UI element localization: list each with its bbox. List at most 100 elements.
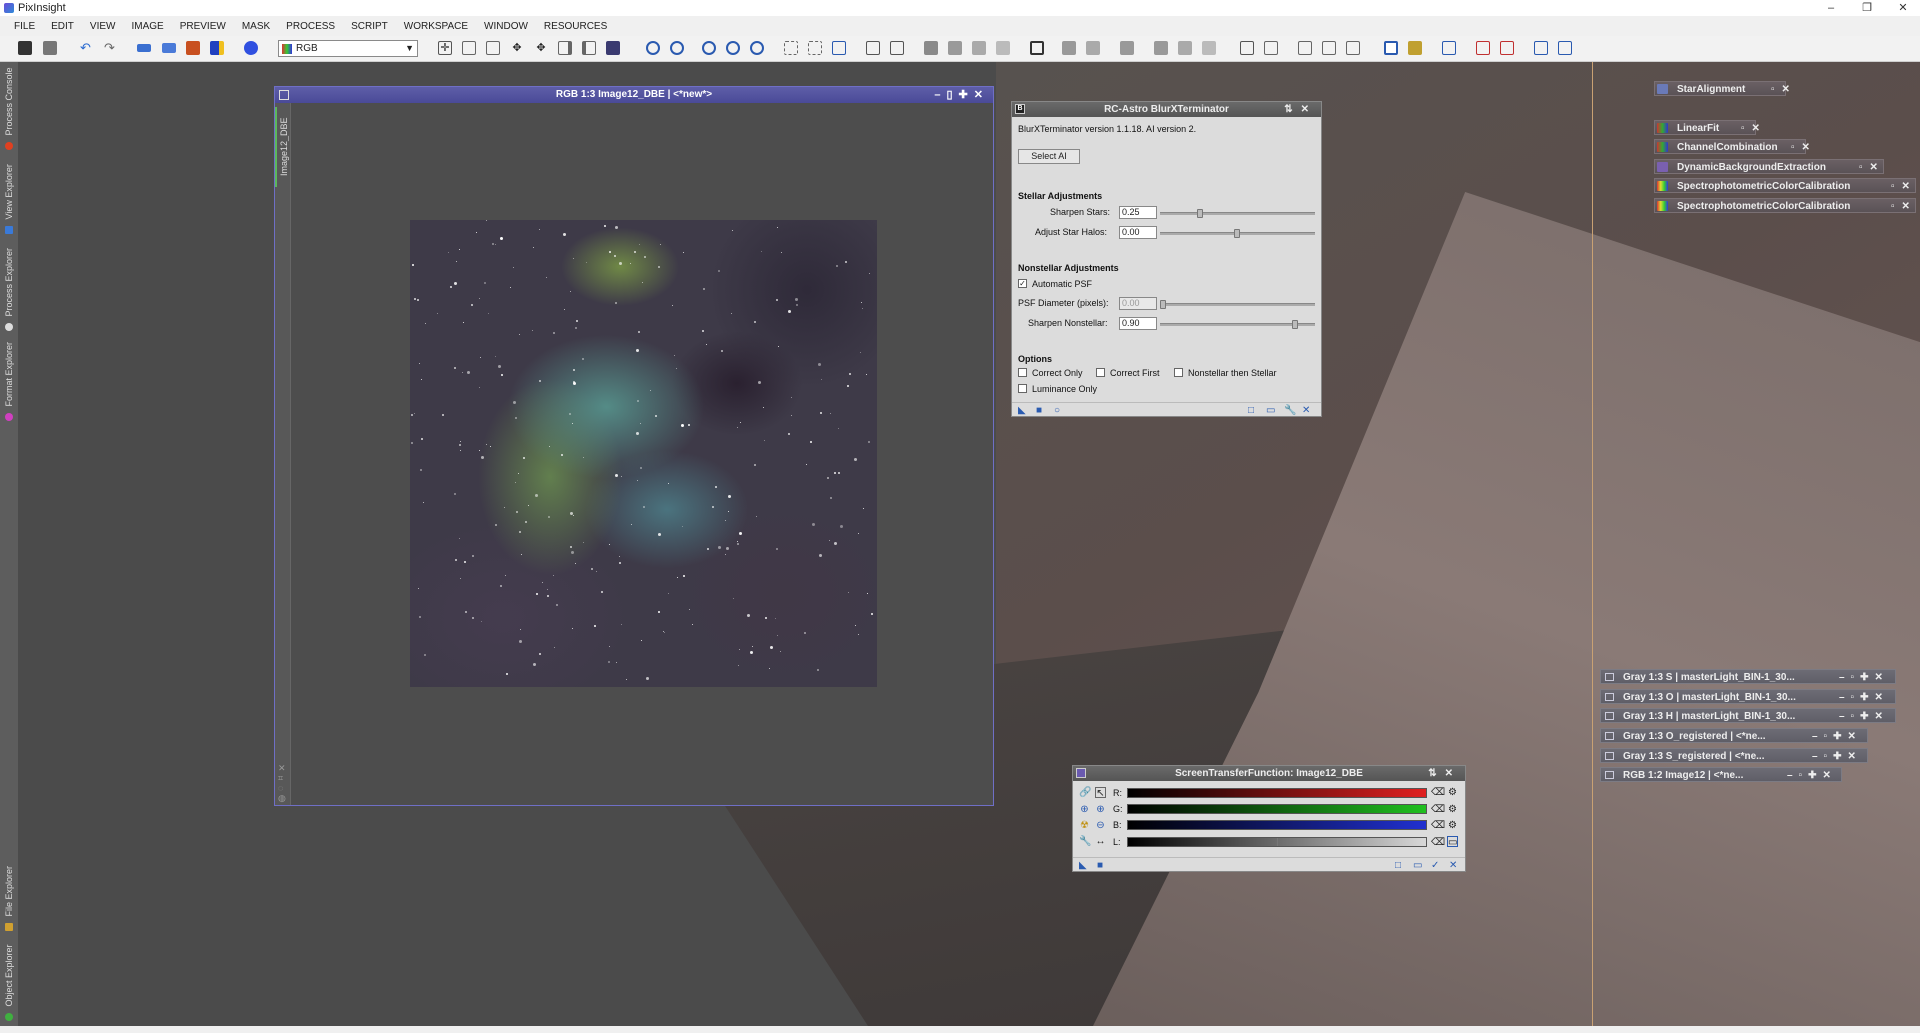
link-icon[interactable]: 🔗: [1079, 787, 1091, 798]
menu-process[interactable]: PROCESS: [286, 21, 335, 32]
image-id-tab[interactable]: Image12_DBE: [275, 107, 290, 187]
blurx-titlebar[interactable]: B RC-Astro BlurXTerminator ⇅✕: [1012, 102, 1321, 117]
image-icon[interactable]: [1408, 41, 1422, 55]
menu-view[interactable]: VIEW: [90, 21, 116, 32]
icon-actions[interactable]: ▫✕: [1859, 160, 1885, 175]
close-button[interactable]: ✕: [1888, 0, 1918, 16]
new-instance-icon[interactable]: ◣: [1018, 405, 1026, 416]
restore-button[interactable]: ❐: [1852, 0, 1882, 16]
image-window[interactable]: RGB 1:3 Image12_DBE | <*new*> –▯✚✕ Image…: [274, 86, 994, 806]
screen-icon[interactable]: [1384, 41, 1398, 55]
color-manage-icon[interactable]: [244, 41, 258, 55]
process-icon-staralignment[interactable]: StarAlignment ▫✕: [1654, 81, 1790, 96]
process-icon-channelcombination[interactable]: ChannelCombination ▫✕: [1654, 139, 1810, 154]
save-icon[interactable]: [43, 41, 57, 55]
panel-buttons[interactable]: ⇅✕: [1284, 102, 1317, 117]
mask-invert-icon[interactable]: [1086, 41, 1100, 55]
reset-l-icon[interactable]: ⌫: [1431, 837, 1445, 848]
nebula-image[interactable]: [410, 220, 877, 687]
tab-file-explorer[interactable]: File Explorer: [0, 858, 18, 938]
auto-psf-checkbox[interactable]: ✓: [1018, 279, 1027, 288]
iconified-window-o-registered[interactable]: Gray 1:3 O_registered | <*ne... –▫✚✕: [1600, 728, 1868, 743]
window-buttons[interactable]: –▯✚✕: [934, 87, 989, 103]
track-view-icon[interactable]: ▭: [1266, 405, 1275, 416]
correct-only-checkbox[interactable]: [1018, 368, 1027, 377]
preview-icon[interactable]: [582, 41, 596, 55]
panel-3-icon[interactable]: [1298, 41, 1312, 55]
redo-icon[interactable]: ↷: [104, 41, 118, 55]
apply-icon[interactable]: ■: [1036, 405, 1042, 416]
explorer-icon[interactable]: [210, 41, 224, 55]
zoom-in-2-icon[interactable]: ⊕: [1095, 804, 1106, 815]
zoom-out-icon[interactable]: [670, 41, 684, 55]
nonstellar-then-stellar-checkbox[interactable]: [1174, 368, 1183, 377]
icon-actions[interactable]: ▫✕: [1771, 82, 1797, 97]
window-actions[interactable]: –▫✚✕: [1839, 709, 1889, 724]
slider-handle[interactable]: [1197, 209, 1203, 218]
menu-script[interactable]: SCRIPT: [351, 21, 388, 32]
mask-enable-icon[interactable]: [1120, 41, 1134, 55]
iconified-window-image12[interactable]: RGB 1:2 Image12 | <*ne... –▫✚✕: [1600, 767, 1842, 782]
apply-global-icon[interactable]: ○: [1054, 405, 1060, 416]
clone-icon[interactable]: [137, 44, 151, 52]
icon-actions[interactable]: ▫✕: [1741, 121, 1767, 136]
reset-icon[interactable]: ✕: [1449, 860, 1457, 871]
channel-g-bar[interactable]: [1127, 804, 1427, 814]
stf-titlebar[interactable]: ScreenTransferFunction: Image12_DBE ⇅✕: [1073, 766, 1465, 781]
panel-buttons[interactable]: ⇅✕: [1428, 766, 1461, 781]
process-icon-linearfit[interactable]: LinearFit ▫✕: [1654, 120, 1760, 135]
mask-red-icon[interactable]: [1154, 41, 1168, 55]
tab-object-explorer[interactable]: Object Explorer: [0, 942, 18, 1024]
menu-image[interactable]: IMAGE: [131, 21, 163, 32]
menu-file[interactable]: FILE: [14, 21, 35, 32]
wrench-icon[interactable]: 🔧: [1079, 836, 1091, 847]
iconified-window-s-registered[interactable]: Gray 1:3 S_registered | <*ne... –▫✚✕: [1600, 748, 1868, 763]
iconified-window-h[interactable]: Gray 1:3 H | masterLight_BIN-1_30... –▫✚…: [1600, 708, 1896, 723]
reset-icon[interactable]: ✕: [1302, 405, 1310, 416]
window-menu-icon[interactable]: [279, 90, 289, 100]
process-icon-spcc-2[interactable]: SpectrophotometricColorCalibration ▫✕: [1654, 198, 1916, 213]
stf-reset-icon[interactable]: [1500, 41, 1514, 55]
settings-g-icon[interactable]: ⚙: [1447, 804, 1458, 815]
panel-2-icon[interactable]: [1264, 41, 1278, 55]
reset-b-icon[interactable]: ⌫: [1431, 820, 1445, 831]
track-view-icon[interactable]: ▭: [1447, 836, 1458, 848]
readout-icon[interactable]: [558, 41, 572, 55]
image-window-titlebar[interactable]: RGB 1:3 Image12_DBE | <*new*> –▯✚✕: [275, 87, 993, 103]
zoom-fit-icon[interactable]: [462, 41, 476, 55]
window-actions[interactable]: –▫✚✕: [1839, 690, 1889, 705]
icon-actions[interactable]: ▫✕: [1791, 140, 1817, 155]
view-tools-icon[interactable]: ✕ ⌗ ◌ ◍: [278, 763, 286, 803]
new-instance-icon[interactable]: ◣: [1079, 860, 1087, 871]
move-icon[interactable]: ✥: [534, 41, 548, 55]
halos-slider[interactable]: [1160, 229, 1315, 238]
tab-view-explorer[interactable]: View Explorer: [0, 158, 18, 240]
tab-process-explorer[interactable]: Process Explorer: [0, 244, 18, 334]
zoom-out-icon[interactable]: ⊖: [1095, 820, 1106, 831]
menu-mask[interactable]: MASK: [242, 21, 270, 32]
channel-icon[interactable]: [924, 41, 938, 55]
process-icon-dbe[interactable]: DynamicBackgroundExtraction ▫✕: [1654, 159, 1884, 174]
panel-4-icon[interactable]: [1322, 41, 1336, 55]
channel-3-icon[interactable]: [972, 41, 986, 55]
midtones-marker[interactable]: [1277, 838, 1278, 846]
icon-actions[interactable]: ▫✕: [1891, 179, 1917, 194]
channel-b-bar[interactable]: [1127, 820, 1427, 830]
sharpen-stars-slider[interactable]: [1160, 209, 1315, 218]
channel-4-icon[interactable]: [996, 41, 1010, 55]
zoom-1-1-icon[interactable]: [702, 41, 716, 55]
panel-icon[interactable]: [1240, 41, 1254, 55]
history-icon[interactable]: [186, 41, 200, 55]
iconified-window-s[interactable]: Gray 1:3 S | masterLight_BIN-1_30... –▫✚…: [1600, 669, 1896, 684]
sharpen-nonstellar-field[interactable]: 0.90: [1119, 317, 1157, 330]
slider-handle[interactable]: [1234, 229, 1240, 238]
undo-icon[interactable]: ↶: [80, 41, 94, 55]
halos-field[interactable]: 0.00: [1119, 226, 1157, 239]
duplicate-icon[interactable]: [162, 43, 176, 53]
iconified-window-o[interactable]: Gray 1:3 O | masterLight_BIN-1_30... –▫✚…: [1600, 689, 1896, 704]
pointer-icon[interactable]: ✛: [438, 41, 452, 55]
select-ai-button[interactable]: Select AI: [1018, 149, 1080, 164]
process-icon-spcc-1[interactable]: SpectrophotometricColorCalibration ▫✕: [1654, 178, 1916, 193]
settings-b-icon[interactable]: ⚙: [1447, 820, 1458, 831]
layout-icon[interactable]: [866, 41, 880, 55]
